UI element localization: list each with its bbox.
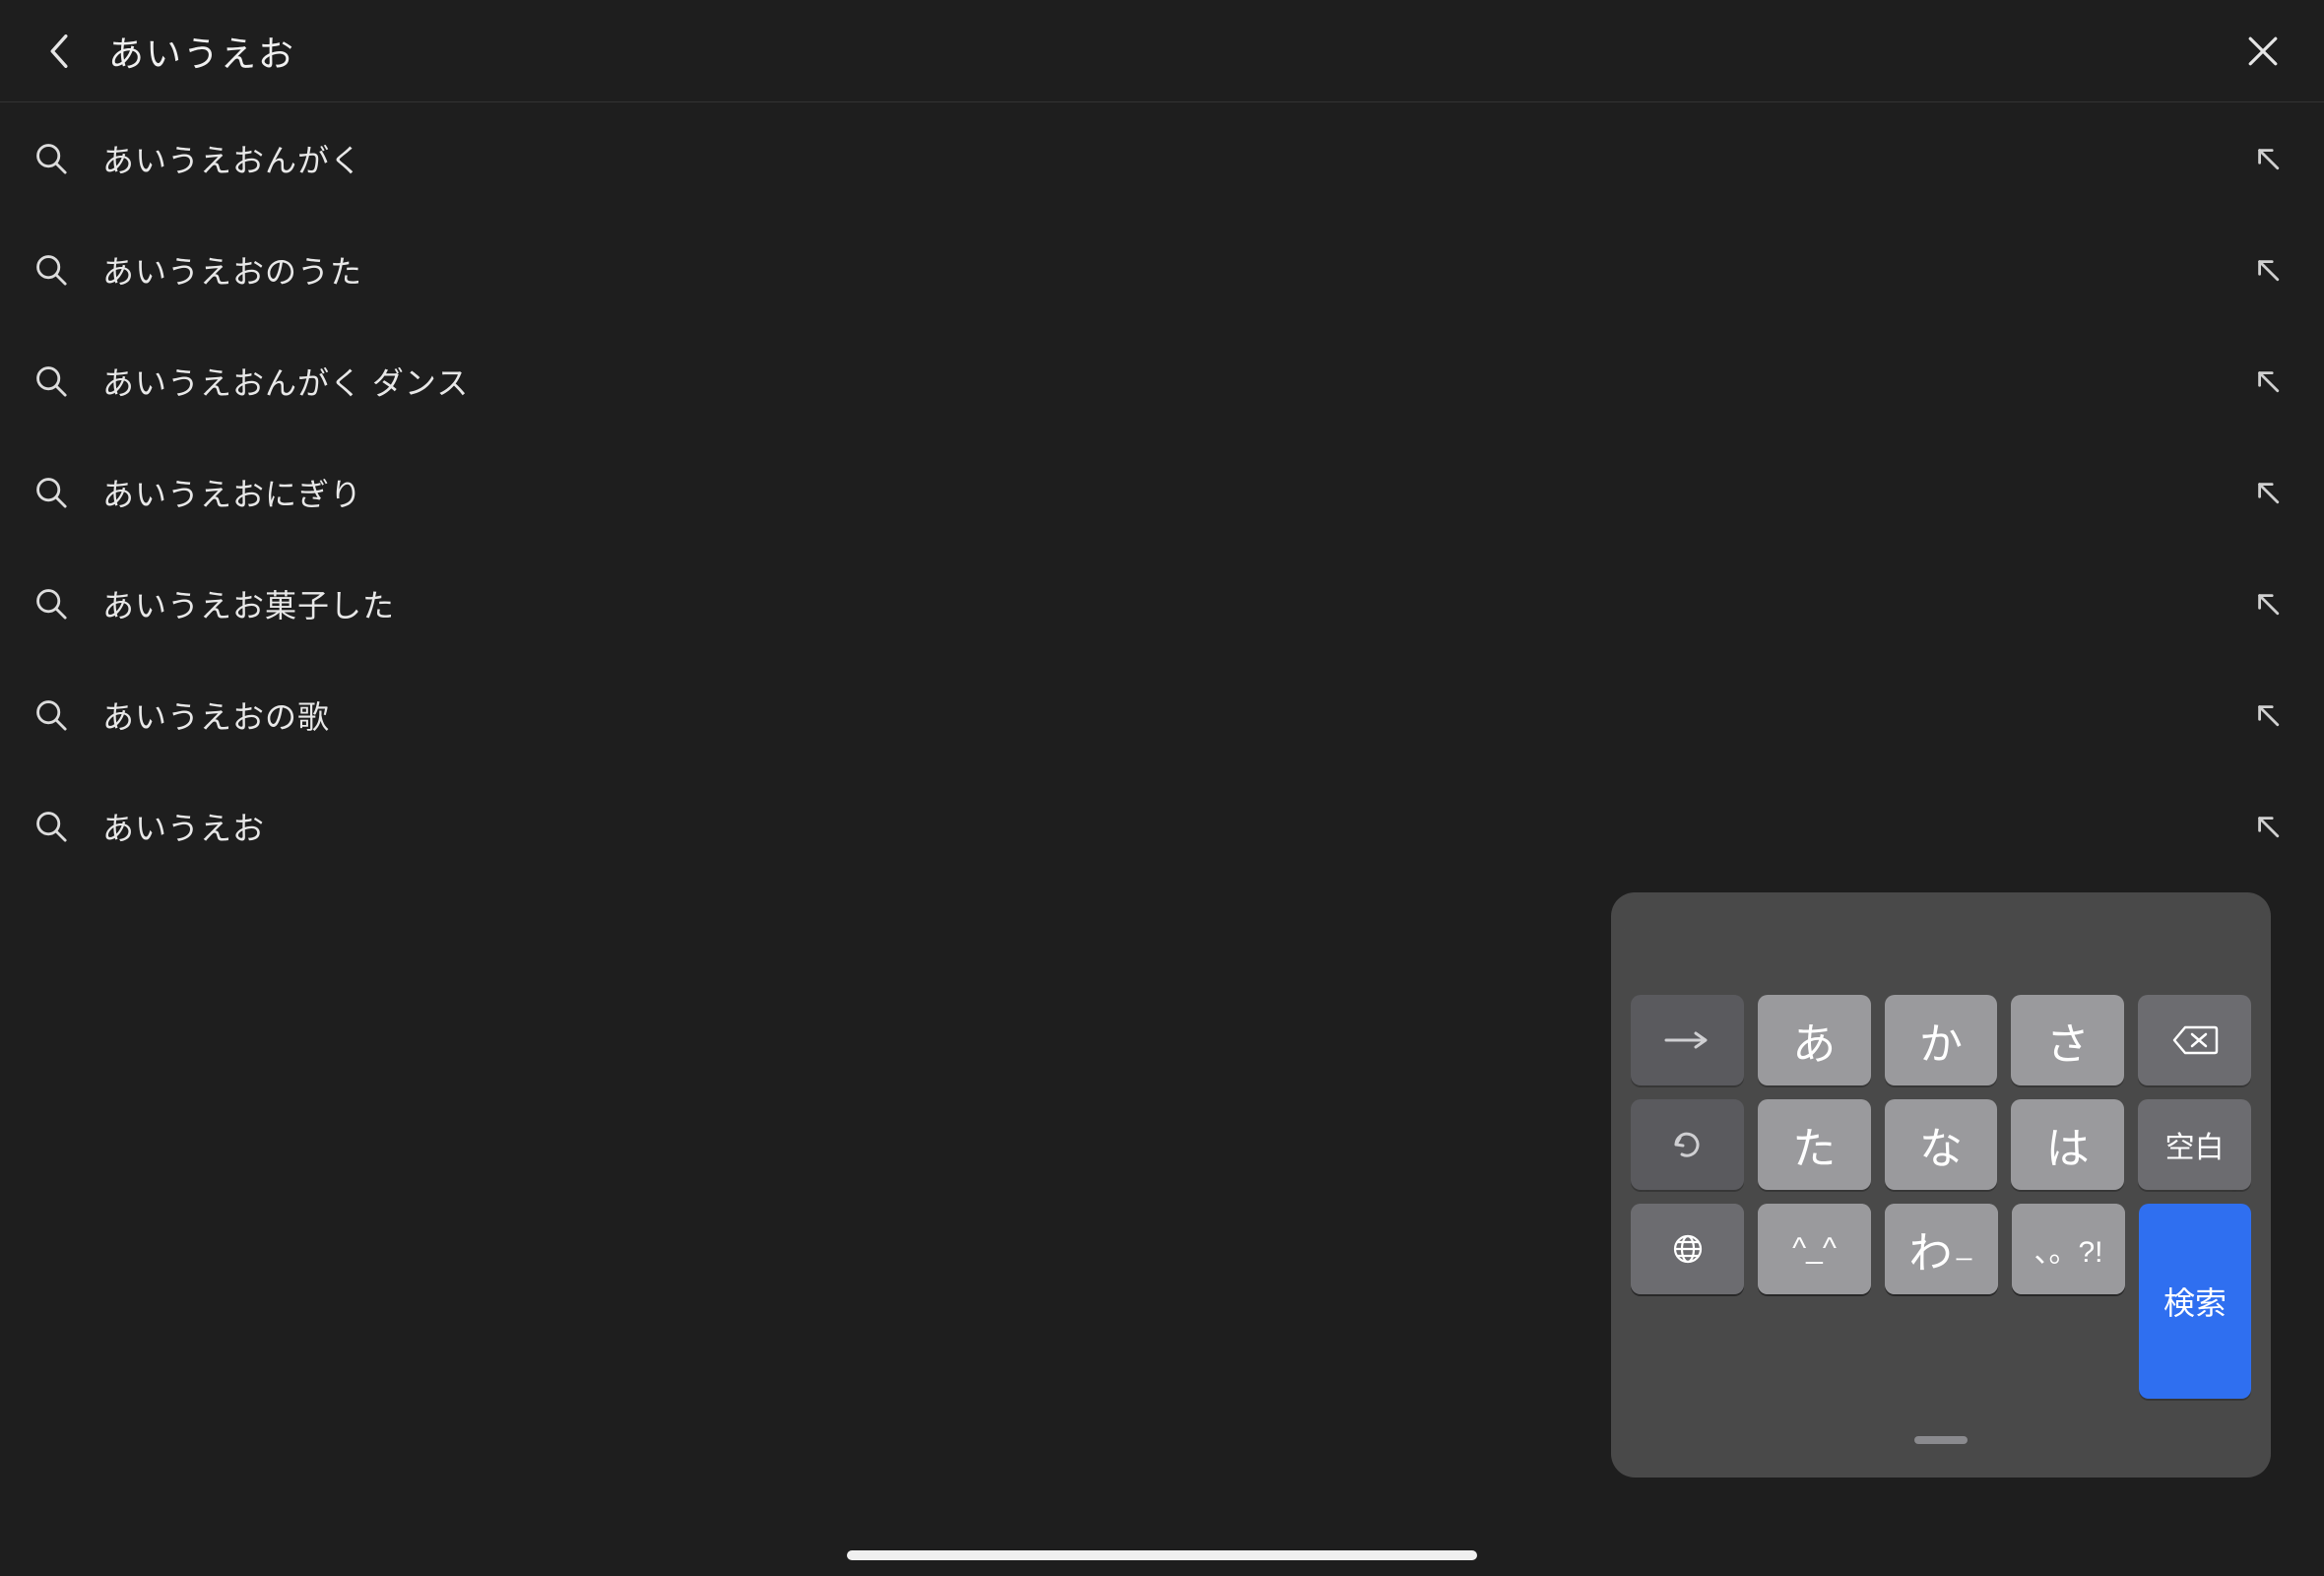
search-input[interactable] [108,31,2241,72]
kana-key-sa[interactable]: さ [2011,995,2124,1085]
globe-key[interactable] [1631,1204,1744,1294]
keyboard-rows: あ か さ た な は 空白 [1631,995,2251,1411]
suggestion-row[interactable]: あいうえおんがく [0,102,2324,214]
suggestion-row[interactable]: あいうえお菓子した [0,548,2324,659]
kana-key-wa[interactable]: わー [1885,1204,1998,1294]
search-key[interactable]: 検索 [2139,1204,2251,1399]
search-icon [33,475,69,510]
backspace-icon [2171,1023,2219,1057]
search-icon [33,809,69,844]
insert-suggestion-button[interactable] [2251,587,2285,621]
next-candidate-key[interactable] [1631,995,1744,1085]
suggestion-row[interactable]: あいうえおにぎり [0,436,2324,548]
globe-icon [1671,1232,1705,1266]
suggestion-text: あいうえお菓子した [102,581,2251,626]
kana-key-na[interactable]: な [1885,1099,1998,1190]
back-button[interactable] [39,32,79,71]
kana-key-wa-main: わ [1909,1217,1953,1280]
insert-suggestion-button[interactable] [2251,476,2285,509]
suggestion-text: あいうえおにぎり [102,470,2251,515]
suggestion-text: あいうえお [102,804,2251,849]
search-icon [33,697,69,733]
insert-suggestion-button[interactable] [2251,810,2285,843]
insert-suggestion-button[interactable] [2251,142,2285,175]
kana-key-a[interactable]: あ [1758,995,1871,1085]
keyboard-drag-handle[interactable] [1914,1436,1968,1444]
kana-keyboard[interactable]: あ か さ た な は 空白 [1611,892,2271,1478]
suggestion-text: あいうえおんがく [102,136,2251,181]
search-icon [33,363,69,399]
suggestion-text: あいうえおの歌 [102,692,2251,738]
insert-suggestion-button[interactable] [2251,364,2285,398]
suggestions-list: あいうえおんがく あいうえおのうた あいうえおんがく ダンス あいうえおにぎり [0,102,2324,882]
close-button[interactable] [2241,30,2285,73]
insert-suggestion-button[interactable] [2251,698,2285,732]
punctuation-key[interactable]: 、。?! [2012,1204,2125,1294]
kana-key-ha[interactable]: は [2011,1099,2124,1190]
kana-key-wa-sub: ー [1955,1244,1974,1273]
undo-key[interactable] [1631,1099,1744,1190]
undo-icon [1670,1128,1704,1161]
backspace-key[interactable] [2138,995,2251,1085]
suggestion-text: あいうえおんがく ダンス [102,359,2251,404]
suggestion-row[interactable]: あいうえお [0,770,2324,882]
home-indicator[interactable] [847,1550,1477,1560]
kana-key-ka[interactable]: か [1885,995,1998,1085]
insert-suggestion-button[interactable] [2251,253,2285,287]
arrow-right-icon [1664,1030,1710,1050]
suggestion-row[interactable]: あいうえおのうた [0,214,2324,325]
chevron-left-icon [48,34,70,68]
suggestion-row[interactable]: あいうえおんがく ダンス [0,325,2324,436]
space-key[interactable]: 空白 [2138,1099,2251,1190]
search-icon [33,141,69,176]
suggestion-row[interactable]: あいうえおの歌 [0,659,2324,770]
search-icon [33,252,69,288]
close-icon [2247,35,2279,67]
kana-key-ta[interactable]: た [1758,1099,1871,1190]
suggestion-text: あいうえおのうた [102,247,2251,293]
emoji-key[interactable]: ^_^ [1758,1204,1871,1294]
search-header [0,0,2324,102]
search-icon [33,586,69,622]
